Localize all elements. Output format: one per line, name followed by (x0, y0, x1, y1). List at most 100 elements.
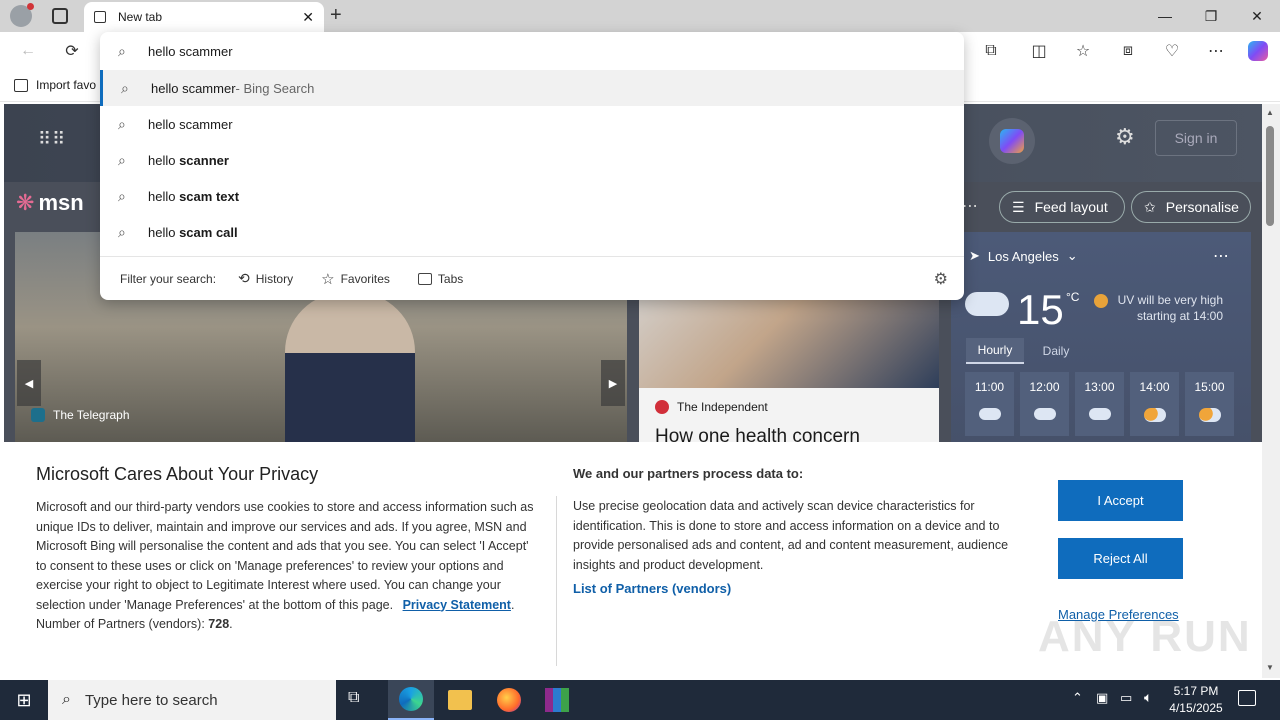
reject-all-button[interactable]: Reject All (1058, 538, 1183, 579)
filter-favorites-button[interactable]: ☆ Favorites (321, 270, 390, 288)
filter-favorites-label: Favorites (340, 271, 390, 286)
msn-logo-text: msn (38, 190, 84, 215)
suggestion-text: hello (148, 152, 180, 168)
scroll-down-arrow[interactable]: ▼ (1266, 663, 1274, 672)
clock[interactable]: 5:17 PM 4/15/2025 (1164, 683, 1228, 717)
edge-taskbar-icon[interactable] (388, 680, 434, 720)
anyrun-watermark: ANY RUN (1038, 612, 1252, 661)
carousel-next-button[interactable]: ▶ (601, 360, 625, 406)
suggestion-item[interactable]: ⌕ hello scam call (100, 214, 964, 250)
weather-card[interactable]: ➤ Los Angeles ⌄ ⋯ 15 °C UV will be very … (951, 232, 1251, 444)
partly-cloudy-icon (1088, 408, 1111, 420)
more-options-icon[interactable]: ⋯ (962, 196, 978, 216)
close-window-button[interactable]: ✕ (1234, 0, 1280, 32)
taskbar-search-box[interactable]: ⌕ Type here to search (48, 680, 336, 720)
settings-icon[interactable]: ⚙ (1115, 124, 1135, 150)
banner-divider (556, 496, 557, 666)
vendors-link[interactable]: List of Partners (vendors) (573, 581, 731, 596)
weather-temp: 15 (1017, 286, 1064, 333)
hour-slot: 11:00 (965, 372, 1014, 436)
network-icon[interactable]: ▣ (1096, 690, 1108, 706)
weather-unit: °C (1066, 290, 1080, 304)
firefox-icon[interactable] (497, 688, 521, 712)
wifi-icon[interactable]: ▭ (1120, 690, 1132, 706)
scroll-up-arrow[interactable]: ▲ (1266, 108, 1274, 117)
tab-hourly[interactable]: Hourly (966, 338, 1024, 364)
telegraph-logo-icon (31, 408, 45, 422)
tray-chevron-icon[interactable]: ⌃ (1072, 690, 1083, 706)
suggestion-suffix: - Bing Search (235, 80, 315, 96)
sun-cloud-icon (1198, 408, 1221, 422)
privacy-banner: Microsoft Cares About Your Privacy Micro… (4, 442, 1262, 678)
weather-more-icon[interactable]: ⋯ (1213, 246, 1229, 266)
favorites-star-icon[interactable]: ☆ (1069, 38, 1097, 64)
personalise-label: Personalise (1165, 199, 1239, 215)
suggestion-text: hello scammer (148, 116, 233, 132)
personalise-button[interactable]: ✩ Personalise (1131, 191, 1251, 223)
history-icon: ⟲ (238, 270, 250, 286)
page-scrollbar[interactable]: ▲ ▼ (1262, 104, 1280, 678)
browser-essentials-icon[interactable]: ♡ (1158, 38, 1186, 64)
filter-bar: Filter your search: ⟲ History ☆ Favorites … (100, 256, 964, 300)
suggestion-item[interactable]: ⌕ hello scam text (100, 178, 964, 214)
filter-history-button[interactable]: ⟲ History (238, 270, 293, 287)
minimize-button[interactable]: — (1142, 0, 1188, 32)
notification-icon[interactable] (1238, 690, 1256, 706)
more-menu-icon[interactable]: ⋯ (1202, 38, 1230, 64)
filter-label: Filter your search: (120, 271, 217, 286)
collections-icon[interactable]: ⧈ (1114, 38, 1142, 64)
start-button[interactable]: ⊞ (0, 680, 48, 720)
back-button[interactable]: ← (14, 38, 42, 64)
tabs-icon (417, 272, 432, 285)
restore-button[interactable]: ❐ (1188, 0, 1234, 32)
import-favorites-label: Import favo (36, 78, 97, 92)
file-explorer-icon[interactable] (448, 690, 472, 710)
address-bar-dropdown: ⌕ hello scammer ⌕ hello scammer - Bing S… (100, 32, 964, 300)
suggestion-item[interactable]: ⌕ hello scanner (100, 142, 964, 178)
volume-icon[interactable]: 🔈︎ (1144, 689, 1152, 706)
privacy-statement-link[interactable]: Privacy Statement (403, 598, 511, 612)
filter-history-label: History (255, 271, 294, 286)
copilot-icon[interactable] (1244, 38, 1272, 64)
partly-cloudy-icon (1033, 408, 1056, 420)
suggestion-item[interactable]: ⌕ hello scammer (100, 106, 964, 142)
task-view-icon[interactable]: ⧉ (348, 689, 359, 707)
close-tab-icon[interactable]: ✕ (302, 9, 314, 26)
suggestion-bold: scam text (179, 188, 240, 204)
address-input[interactable]: hello scammer (148, 44, 233, 59)
new-tab-button[interactable]: + (330, 4, 342, 27)
carousel-prev-button[interactable]: ◀ (17, 360, 41, 406)
profile-avatar[interactable] (10, 3, 34, 27)
app-launcher-icon[interactable]: ⠿⠿ (38, 129, 66, 150)
clock-time: 5:17 PM (1173, 684, 1219, 698)
refresh-button[interactable]: ⟳ (58, 38, 86, 64)
import-favorites-button[interactable]: Import favo (14, 78, 96, 92)
hero-source-name: The Telegraph (53, 408, 130, 422)
search-icon: ⌕ (121, 80, 129, 96)
search-icon: ⌕ (118, 224, 126, 240)
address-input-row[interactable]: ⌕ hello scammer (100, 32, 964, 70)
hour-label: 11:00 (974, 380, 1005, 394)
suggestion-item[interactable]: ⌕ hello scammer - Bing Search (100, 70, 964, 106)
search-icon: ⌕ (118, 116, 126, 132)
filter-tabs-button[interactable]: Tabs (417, 272, 463, 286)
search-settings-icon[interactable]: ⚙ (934, 269, 948, 289)
tab-new-tab[interactable]: New tab ✕ (84, 2, 324, 32)
tab-daily[interactable]: Daily (1031, 338, 1081, 364)
hour-slot: 12:00 (1020, 372, 1069, 436)
feed-layout-button[interactable]: ☰ Feed layout (999, 191, 1125, 223)
weather-location[interactable]: ➤ Los Angeles ⌄ (969, 248, 1078, 264)
feed-layout-label: Feed layout (1034, 199, 1108, 215)
hero-person-image (285, 292, 415, 444)
sign-in-button[interactable]: Sign in (1155, 120, 1237, 156)
tab-actions-icon[interactable] (52, 8, 68, 24)
split-screen-icon[interactable]: ◫ (1025, 38, 1053, 64)
msn-logo[interactable]: ❋ msn (16, 190, 84, 216)
accept-button[interactable]: I Accept (1058, 480, 1183, 521)
extensions-icon[interactable]: ⧉ (977, 38, 1005, 64)
privacy-body: Microsoft and our third-party vendors us… (36, 498, 542, 635)
scrollbar-thumb[interactable] (1266, 126, 1274, 226)
copilot-msn-icon[interactable] (989, 118, 1035, 164)
winrar-icon[interactable] (545, 688, 569, 712)
suggestion-bold: scam call (179, 224, 238, 240)
